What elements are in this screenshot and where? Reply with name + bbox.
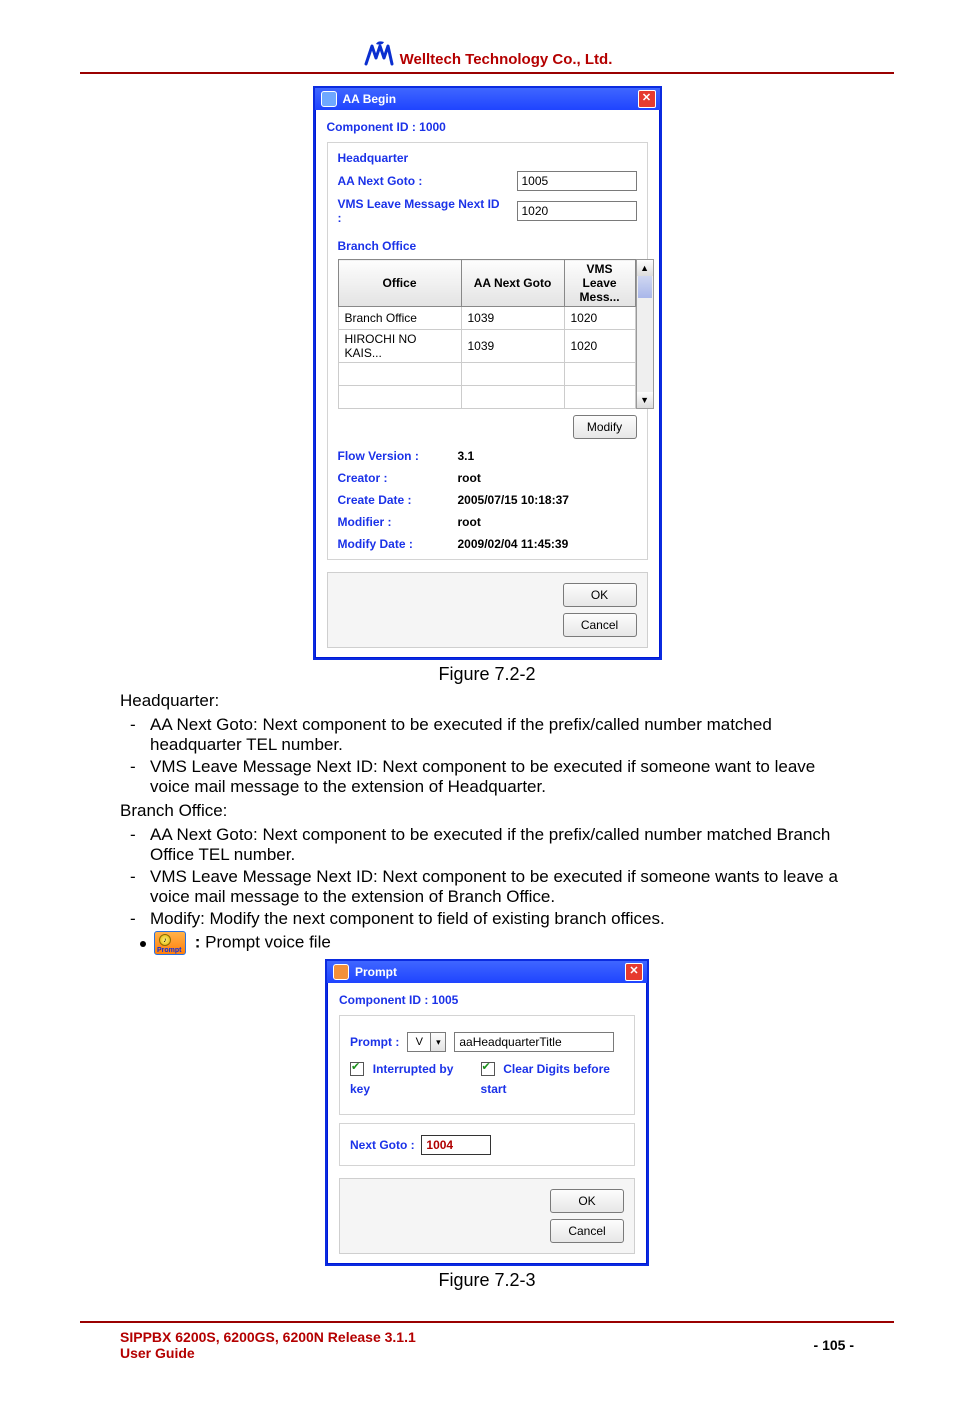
- titlebar[interactable]: Prompt ✕: [327, 961, 647, 983]
- figure-caption-1: Figure 7.2-2: [120, 664, 854, 685]
- creator-label: Creator :: [338, 471, 458, 485]
- prompt-bullet-row: ♪Prompt : Prompt voice file: [120, 931, 854, 955]
- branch-office-table[interactable]: Office AA Next Goto VMS Leave Mess... Br…: [338, 259, 636, 409]
- hq-bullets: AA Next Goto: Next component to be execu…: [120, 715, 854, 797]
- checkbox-icon[interactable]: [350, 1062, 364, 1076]
- prompt-field-label: Prompt :: [350, 1035, 399, 1049]
- vms-next-id-input[interactable]: [517, 201, 637, 221]
- vms-next-id-label: VMS Leave Message Next ID :: [338, 197, 503, 225]
- branch-office-heading: Branch Office: [338, 239, 637, 253]
- prompt-name-input[interactable]: [454, 1032, 614, 1052]
- flow-version-label: Flow Version :: [338, 449, 458, 463]
- window-title: AA Begin: [343, 92, 397, 106]
- ok-button[interactable]: OK: [550, 1189, 624, 1213]
- page-number: - 105 -: [814, 1337, 854, 1353]
- modifier-label: Modifier :: [338, 515, 458, 529]
- flow-version-value: 3.1: [458, 449, 637, 463]
- modify-date-label: Modify Date :: [338, 537, 458, 551]
- next-goto-input[interactable]: [421, 1135, 491, 1155]
- list-item: VMS Leave Message Next ID: Next componen…: [120, 867, 854, 907]
- prompt-dialog: Prompt ✕ Component ID : 1005 Prompt : V …: [325, 959, 649, 1266]
- bo-bullets: AA Next Goto: Next component to be execu…: [120, 825, 854, 929]
- welltech-logo: [362, 40, 394, 68]
- table-row[interactable]: [338, 386, 635, 409]
- cell-office: HIROCHI NO KAIS...: [338, 330, 461, 363]
- bo-line: Branch Office:: [120, 801, 854, 821]
- prompt-desc: Prompt voice file: [205, 932, 331, 951]
- cell-office: Branch Office: [338, 307, 461, 330]
- ok-button[interactable]: OK: [563, 583, 637, 607]
- next-goto-label: Next Goto :: [350, 1138, 415, 1152]
- list-item: VMS Leave Message Next ID: Next componen…: [120, 757, 854, 797]
- chevron-down-icon[interactable]: ▾: [430, 1033, 445, 1051]
- scroll-up-icon[interactable]: ▲: [637, 260, 653, 276]
- window-icon: [321, 91, 337, 107]
- page-footer: SIPPBX 6200S, 6200GS, 6200N Release 3.1.…: [80, 1321, 894, 1361]
- aa-next-goto-input[interactable]: [517, 171, 637, 191]
- cell-aa-next: 1039: [461, 330, 564, 363]
- cell-aa-next: 1039: [461, 307, 564, 330]
- form-panel: Headquarter AA Next Goto : VMS Leave Mes…: [327, 142, 648, 560]
- checkbox-icon[interactable]: [481, 1062, 495, 1076]
- dropdown-current: V: [408, 1036, 430, 1048]
- modify-date-value: 2009/02/04 11:45:39: [458, 537, 637, 551]
- scroll-thumb[interactable]: [638, 276, 652, 298]
- prompt-panel: Prompt : V ▾ Interrupted by key: [339, 1015, 635, 1115]
- window-title: Prompt: [355, 965, 397, 979]
- table-scrollbar[interactable]: ▲ ▼: [636, 259, 654, 409]
- hq-line: Headquarter:: [120, 691, 854, 711]
- interrupted-checkbox-group[interactable]: Interrupted by key: [350, 1058, 465, 1098]
- hq-heading: Headquarter: [338, 151, 637, 165]
- clear-digits-checkbox-group[interactable]: Clear Digits before start: [481, 1058, 624, 1098]
- col-aa-next: AA Next Goto: [461, 260, 564, 307]
- next-goto-panel: Next Goto :: [339, 1123, 635, 1166]
- close-icon[interactable]: ✕: [638, 90, 656, 108]
- list-item: Modify: Modify the next component to fie…: [120, 909, 854, 929]
- prompt-colon: :: [195, 932, 201, 951]
- figure-caption-2: Figure 7.2-3: [120, 1270, 854, 1291]
- metadata-grid: Flow Version : 3.1 Creator : root Create…: [338, 449, 637, 551]
- col-vms: VMS Leave Mess...: [564, 260, 635, 307]
- dialog-button-bar: OK Cancel: [339, 1178, 635, 1254]
- table-row[interactable]: Branch Office 1039 1020: [338, 307, 635, 330]
- interrupted-label: Interrupted by key: [350, 1062, 453, 1096]
- footer-guide: User Guide: [120, 1345, 416, 1361]
- header-company: Welltech Technology Co., Ltd.: [400, 51, 613, 68]
- modify-button[interactable]: Modify: [573, 415, 637, 439]
- bullet-icon: [140, 941, 146, 947]
- close-icon[interactable]: ✕: [625, 963, 643, 981]
- create-date-value: 2005/07/15 10:18:37: [458, 493, 637, 507]
- creator-value: root: [458, 471, 637, 485]
- dialog-button-bar: OK Cancel: [327, 572, 648, 648]
- clear-digits-label: Clear Digits before start: [481, 1062, 610, 1096]
- table-header-row: Office AA Next Goto VMS Leave Mess...: [338, 260, 635, 307]
- cell-vms: 1020: [564, 330, 635, 363]
- component-id-label: Component ID : 1000: [327, 120, 648, 134]
- cancel-button[interactable]: Cancel: [563, 613, 637, 637]
- table-row[interactable]: HIROCHI NO KAIS... 1039 1020: [338, 330, 635, 363]
- prompt-toolbar-icon: ♪Prompt: [154, 931, 186, 955]
- cancel-button[interactable]: Cancel: [550, 1219, 624, 1243]
- scroll-down-icon[interactable]: ▼: [637, 392, 653, 408]
- col-office: Office: [338, 260, 461, 307]
- component-id-label: Component ID : 1005: [339, 993, 635, 1007]
- prompt-type-dropdown[interactable]: V ▾: [407, 1032, 446, 1052]
- list-item: AA Next Goto: Next component to be execu…: [120, 715, 854, 755]
- table-row[interactable]: [338, 363, 635, 386]
- cell-vms: 1020: [564, 307, 635, 330]
- titlebar[interactable]: AA Begin ✕: [315, 88, 660, 110]
- create-date-label: Create Date :: [338, 493, 458, 507]
- list-item: AA Next Goto: Next component to be execu…: [120, 825, 854, 865]
- window-icon: [333, 964, 349, 980]
- aa-next-goto-label: AA Next Goto :: [338, 174, 503, 188]
- footer-product: SIPPBX 6200S, 6200GS, 6200N Release 3.1.…: [120, 1329, 416, 1345]
- modifier-value: root: [458, 515, 637, 529]
- page-header: Welltech Technology Co., Ltd.: [80, 40, 894, 74]
- aa-begin-dialog: AA Begin ✕ Component ID : 1000 Headquart…: [313, 86, 662, 660]
